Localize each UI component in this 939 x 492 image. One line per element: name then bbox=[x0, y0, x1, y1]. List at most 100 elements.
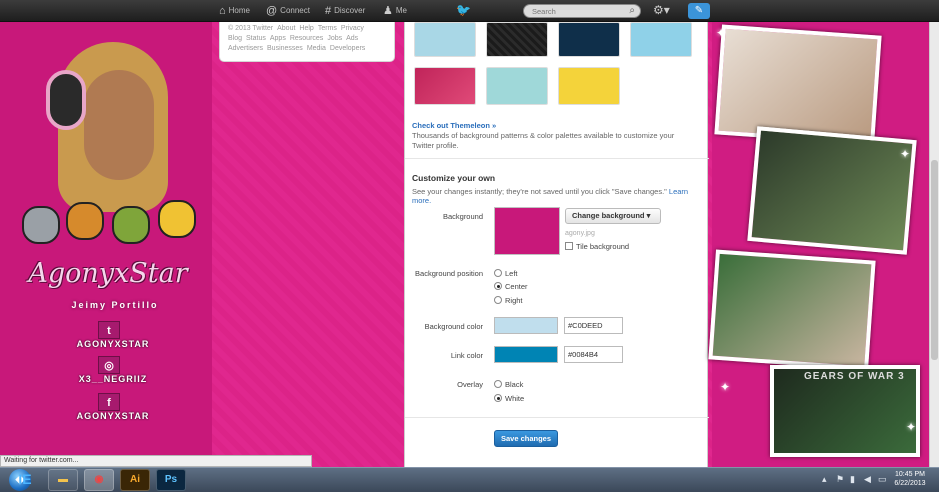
overlay-white-radio[interactable] bbox=[494, 394, 502, 402]
background-image-preview bbox=[494, 207, 560, 255]
footer-link-about[interactable]: About bbox=[277, 25, 295, 32]
kitty-figure bbox=[112, 206, 150, 244]
link-color-swatch[interactable] bbox=[494, 346, 558, 363]
tray-network-icon[interactable]: ▮ bbox=[850, 474, 855, 485]
overlay-black-label: Black bbox=[505, 380, 524, 389]
footer-link-advertisers[interactable]: Advertisers bbox=[228, 45, 263, 52]
bg-color-input[interactable]: #C0DEED bbox=[564, 317, 623, 334]
instagram-handle: X3__NEGRIIZ bbox=[78, 374, 148, 384]
facebook-handle: AGONYXSTAR bbox=[76, 411, 150, 421]
facebook-icon[interactable]: f bbox=[98, 393, 120, 411]
search-input[interactable]: Search ⌕ bbox=[523, 4, 641, 18]
tray-volume-icon[interactable]: ◀ bbox=[864, 474, 871, 485]
photo-gaming bbox=[747, 126, 917, 255]
position-center-radio[interactable] bbox=[494, 282, 502, 290]
sparkle-icon: ✦ bbox=[900, 147, 911, 161]
tray-flag-icon[interactable]: ⚑ bbox=[836, 474, 844, 485]
footer-link-status[interactable]: Status bbox=[246, 35, 266, 42]
nav-discover[interactable]: # Discover bbox=[325, 4, 365, 18]
sparkle-icon: ✦ bbox=[906, 420, 917, 434]
kitty-figure bbox=[158, 200, 196, 238]
position-right-label: Right bbox=[505, 296, 523, 305]
bg-color-swatch[interactable] bbox=[494, 317, 558, 334]
position-right-radio[interactable] bbox=[494, 296, 502, 304]
nav-me[interactable]: ♟ Me bbox=[383, 4, 407, 18]
themeleon-link[interactable]: Check out Themeleon » bbox=[412, 121, 496, 130]
profile-illustration bbox=[18, 30, 198, 280]
gear-icon[interactable]: ⚙▾ bbox=[653, 3, 670, 17]
nav-connect[interactable]: @ Connect bbox=[266, 4, 310, 18]
scrollbar-thumb[interactable] bbox=[931, 160, 938, 360]
search-icon[interactable]: ⌕ bbox=[629, 5, 635, 16]
theme-swatch-leaves[interactable] bbox=[414, 22, 476, 57]
theme-swatch-birds[interactable] bbox=[486, 67, 548, 105]
footer-link-blog[interactable]: Blog bbox=[228, 35, 242, 42]
footer-link-media[interactable]: Media bbox=[307, 45, 326, 52]
background-label: Background bbox=[442, 212, 483, 221]
photo-camera bbox=[714, 24, 882, 146]
twitter-icon[interactable]: t bbox=[98, 321, 120, 339]
theme-swatch-navy[interactable] bbox=[558, 22, 620, 57]
instagram-icon[interactable]: ◎ bbox=[98, 356, 120, 374]
folder-icon: ▬ bbox=[58, 474, 68, 485]
footer-link-jobs[interactable]: Jobs bbox=[327, 35, 342, 42]
save-changes-button[interactable]: Save changes bbox=[494, 430, 558, 447]
footer-link-help[interactable]: Help bbox=[299, 25, 313, 32]
taskbar-illustrator-icon[interactable]: Ai bbox=[120, 469, 150, 491]
overlay-white-label: White bbox=[505, 394, 525, 403]
themeleon-description: Thousands of background patterns & color… bbox=[412, 131, 675, 150]
taskbar-photoshop-icon[interactable]: Ps bbox=[156, 469, 186, 491]
tile-background-label: Tile background bbox=[576, 242, 630, 251]
theme-swatch-yellow[interactable] bbox=[558, 67, 620, 105]
position-center-label: Center bbox=[505, 282, 528, 291]
position-left-label: Left bbox=[505, 269, 518, 278]
overlay-label: Overlay bbox=[457, 380, 483, 389]
hash-icon: # bbox=[325, 5, 332, 17]
nav-home[interactable]: ⌂ Home bbox=[219, 4, 250, 18]
tray-battery-icon[interactable]: ▭ bbox=[878, 474, 887, 485]
photo-event bbox=[708, 249, 876, 371]
photo-gears-of-war: GEARS OF WAR 3 bbox=[770, 365, 920, 457]
taskbar-explorer-icon[interactable]: ▬ bbox=[48, 469, 78, 491]
footer-links: © 2013 Twitter About Help Terms Privacy Blog… bbox=[219, 22, 395, 62]
kitty-figure bbox=[22, 206, 60, 244]
taskbar-ie-icon[interactable]: IE bbox=[12, 469, 38, 491]
tile-background-checkbox[interactable] bbox=[565, 242, 573, 250]
headset-graphic bbox=[46, 70, 86, 130]
compose-tweet-button[interactable]: ✎ bbox=[688, 3, 710, 19]
customize-description: See your changes instantly; they're not … bbox=[412, 187, 689, 205]
chevron-down-icon: ▾ bbox=[646, 211, 651, 220]
overlay-black-radio[interactable] bbox=[494, 380, 502, 388]
sparkle-icon: ✦ bbox=[720, 380, 731, 394]
brand-subtitle: Jeimy Portillo bbox=[71, 300, 159, 310]
footer-link-developers[interactable]: Developers bbox=[330, 45, 365, 52]
theme-swatch-dark-pattern[interactable] bbox=[486, 22, 548, 57]
kitty-figure bbox=[66, 202, 104, 240]
tray-expand-icon[interactable]: ▴ bbox=[822, 474, 827, 485]
footer-link-apps[interactable]: Apps bbox=[270, 35, 286, 42]
brand-logo-text: AgonyxStar bbox=[28, 258, 188, 289]
bg-color-label: Background color bbox=[424, 322, 483, 331]
chrome-icon: ◉ bbox=[94, 474, 104, 485]
theme-swatch-clouds[interactable] bbox=[630, 22, 692, 57]
theme-swatch-pink[interactable] bbox=[414, 67, 476, 105]
footer-link-resources[interactable]: Resources bbox=[290, 35, 323, 42]
position-left-radio[interactable] bbox=[494, 269, 502, 277]
footer-link-businesses[interactable]: Businesses bbox=[267, 45, 303, 52]
link-color-input[interactable]: #0084B4 bbox=[564, 346, 623, 363]
twitter-bird-icon[interactable]: 🐦 bbox=[456, 3, 471, 17]
footer-link-ads[interactable]: Ads bbox=[346, 35, 358, 42]
change-background-button[interactable]: Change background ▾ bbox=[565, 208, 661, 224]
taskbar-chrome-icon[interactable]: ◉ bbox=[84, 469, 114, 491]
position-label: Background position bbox=[415, 269, 483, 278]
footer-copyright: © 2013 Twitter bbox=[228, 25, 274, 32]
compose-icon: ✎ bbox=[694, 5, 704, 16]
design-settings-panel: Check out Themeleon » Thousands of backg… bbox=[404, 22, 709, 467]
taskbar-clock[interactable]: 10:45 PM 6/22/2013 bbox=[892, 470, 928, 488]
home-icon: ⌂ bbox=[219, 5, 226, 17]
footer-link-privacy[interactable]: Privacy bbox=[341, 25, 364, 32]
background-filename: agony.jpg bbox=[565, 230, 595, 237]
photo-caption: GEARS OF WAR 3 bbox=[804, 371, 905, 382]
customize-title: Customize your own bbox=[412, 173, 496, 183]
footer-link-terms[interactable]: Terms bbox=[318, 25, 337, 32]
